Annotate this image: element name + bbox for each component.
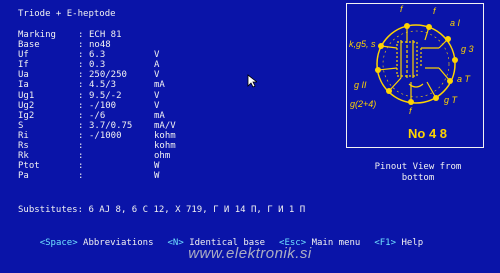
dos-screen: Triode + E-heptode Marking: ECH 81 Base: no… [0, 0, 500, 273]
pin-label: f [433, 6, 436, 16]
pin-label: g 3 [461, 44, 474, 54]
pin-label: g II [354, 80, 367, 90]
pin-label: g T [444, 95, 458, 105]
base-label: No 4 8 [408, 126, 448, 141]
mouse-pointer-icon [247, 74, 257, 88]
pin-label: a T [457, 74, 471, 84]
pin-label: a I [450, 18, 461, 28]
pin-label: k,g5, s [349, 39, 376, 49]
pin-label: f [409, 106, 412, 116]
param-label: Pa [18, 171, 29, 182]
pin-label: g(2+4) [350, 99, 377, 109]
tube-title: Triode + E-heptode [18, 9, 116, 19]
watermark: www.elektronik.si [188, 245, 312, 262]
param-separator: : [78, 171, 84, 182]
param-value: -/1000 [89, 130, 122, 141]
pinout-diagram: f f a I g 3 a T g T f g(2+4) g II k,g5, … [346, 3, 484, 148]
pinout-caption: Pinout View from bottom [374, 162, 462, 183]
pin-label: f [400, 4, 403, 14]
substitutes-line: Substitutes: 6 AJ 8, 6 C 12, X 719, Г И … [18, 205, 306, 215]
param-unit: W [154, 171, 160, 182]
